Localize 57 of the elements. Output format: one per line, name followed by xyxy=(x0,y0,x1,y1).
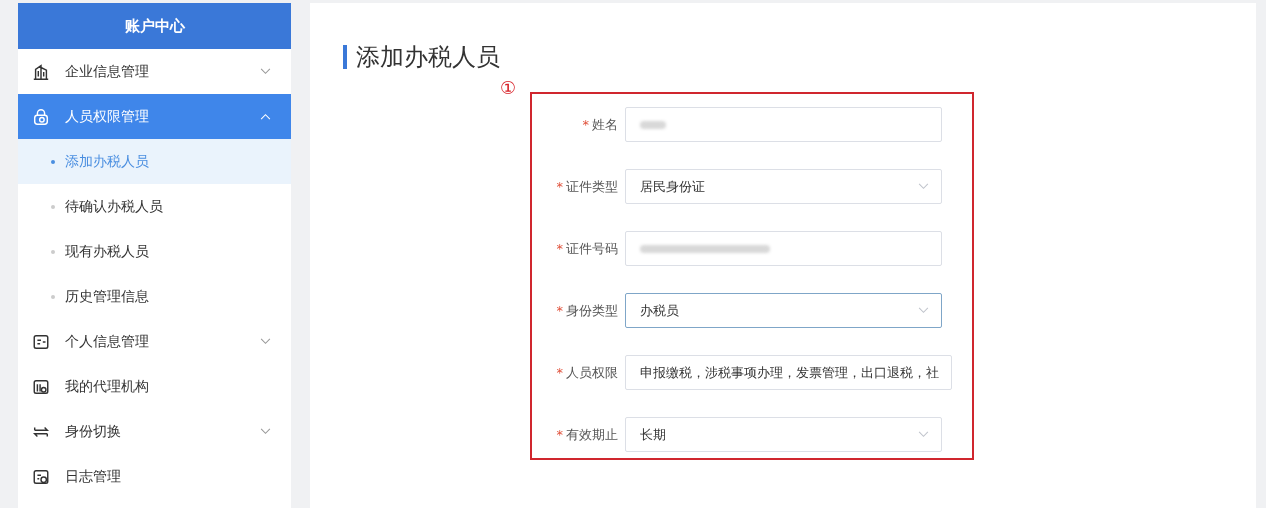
submenu-label: 历史管理信息 xyxy=(65,287,149,306)
menu-label: 企业信息管理 xyxy=(65,62,150,81)
card-icon xyxy=(32,332,50,351)
input-field[interactable] xyxy=(625,231,942,266)
bullet-icon xyxy=(51,249,55,254)
required-mark: * xyxy=(556,365,563,380)
building-icon xyxy=(32,62,50,81)
menu-item[interactable]: 个人信息管理 xyxy=(18,319,291,364)
chevron-down-icon xyxy=(918,183,929,190)
input-field[interactable]: 申报缴税，涉税事项办理，发票管理，出口退税，社 xyxy=(625,355,952,390)
lock-icon xyxy=(32,107,50,126)
field-label: 姓名 xyxy=(592,115,618,134)
field-value: 居民身份证 xyxy=(640,177,706,196)
agent-icon xyxy=(32,377,50,396)
menu-item[interactable]: 我的代理机构 xyxy=(18,364,291,409)
field-value: 长期 xyxy=(640,425,667,444)
field-value: 申报缴税，涉税事项办理，发票管理，出口退税，社 xyxy=(640,363,939,382)
required-mark: * xyxy=(556,241,563,256)
chevron-down-icon xyxy=(918,307,929,314)
submenu-item[interactable]: 现有办税人员 xyxy=(18,229,291,274)
field-label: 证件类型 xyxy=(566,177,618,196)
menu-item[interactable]: 日志管理 xyxy=(18,454,291,499)
required-mark: * xyxy=(582,117,589,132)
menu-item[interactable]: 身份切换 xyxy=(18,409,291,454)
select-field[interactable]: 长期 xyxy=(625,417,942,452)
menu-label: 身份切换 xyxy=(65,422,122,441)
field-label: 证件号码 xyxy=(566,239,618,258)
menu-item[interactable]: 人员权限管理 xyxy=(18,94,291,139)
chevron-down-icon xyxy=(918,431,929,438)
bullet-icon xyxy=(51,159,55,164)
required-mark: * xyxy=(556,179,563,194)
required-mark: * xyxy=(556,303,563,318)
submenu-label: 添加办税人员 xyxy=(65,152,149,171)
menu-item[interactable]: 企业信息管理 xyxy=(18,49,291,94)
sidebar-title: 账户中心 xyxy=(18,3,291,49)
field-label: 有效期止 xyxy=(566,425,618,444)
submenu-label: 现有办税人员 xyxy=(65,242,149,261)
title-marker xyxy=(343,45,347,69)
input-field[interactable] xyxy=(625,107,942,142)
submenu-item[interactable]: 历史管理信息 xyxy=(18,274,291,319)
menu-label: 个人信息管理 xyxy=(65,332,150,351)
bullet-icon xyxy=(51,204,55,209)
annotation-number: ① xyxy=(500,77,517,98)
log-icon xyxy=(32,467,50,486)
submenu-label: 待确认办税人员 xyxy=(65,197,163,216)
menu-label: 人员权限管理 xyxy=(65,107,150,126)
field-label: 人员权限 xyxy=(566,363,618,382)
select-field[interactable]: 办税员 xyxy=(625,293,942,328)
field-label: 身份类型 xyxy=(566,301,618,320)
select-field[interactable]: 居民身份证 xyxy=(625,169,942,204)
field-value: 办税员 xyxy=(640,301,680,320)
required-mark: * xyxy=(556,427,563,442)
page-title: 添加办税人员 xyxy=(356,42,500,73)
submenu-item[interactable]: 待确认办税人员 xyxy=(18,184,291,229)
menu-label: 我的代理机构 xyxy=(65,377,150,396)
menu-label: 日志管理 xyxy=(65,467,122,486)
bullet-icon xyxy=(51,294,55,299)
